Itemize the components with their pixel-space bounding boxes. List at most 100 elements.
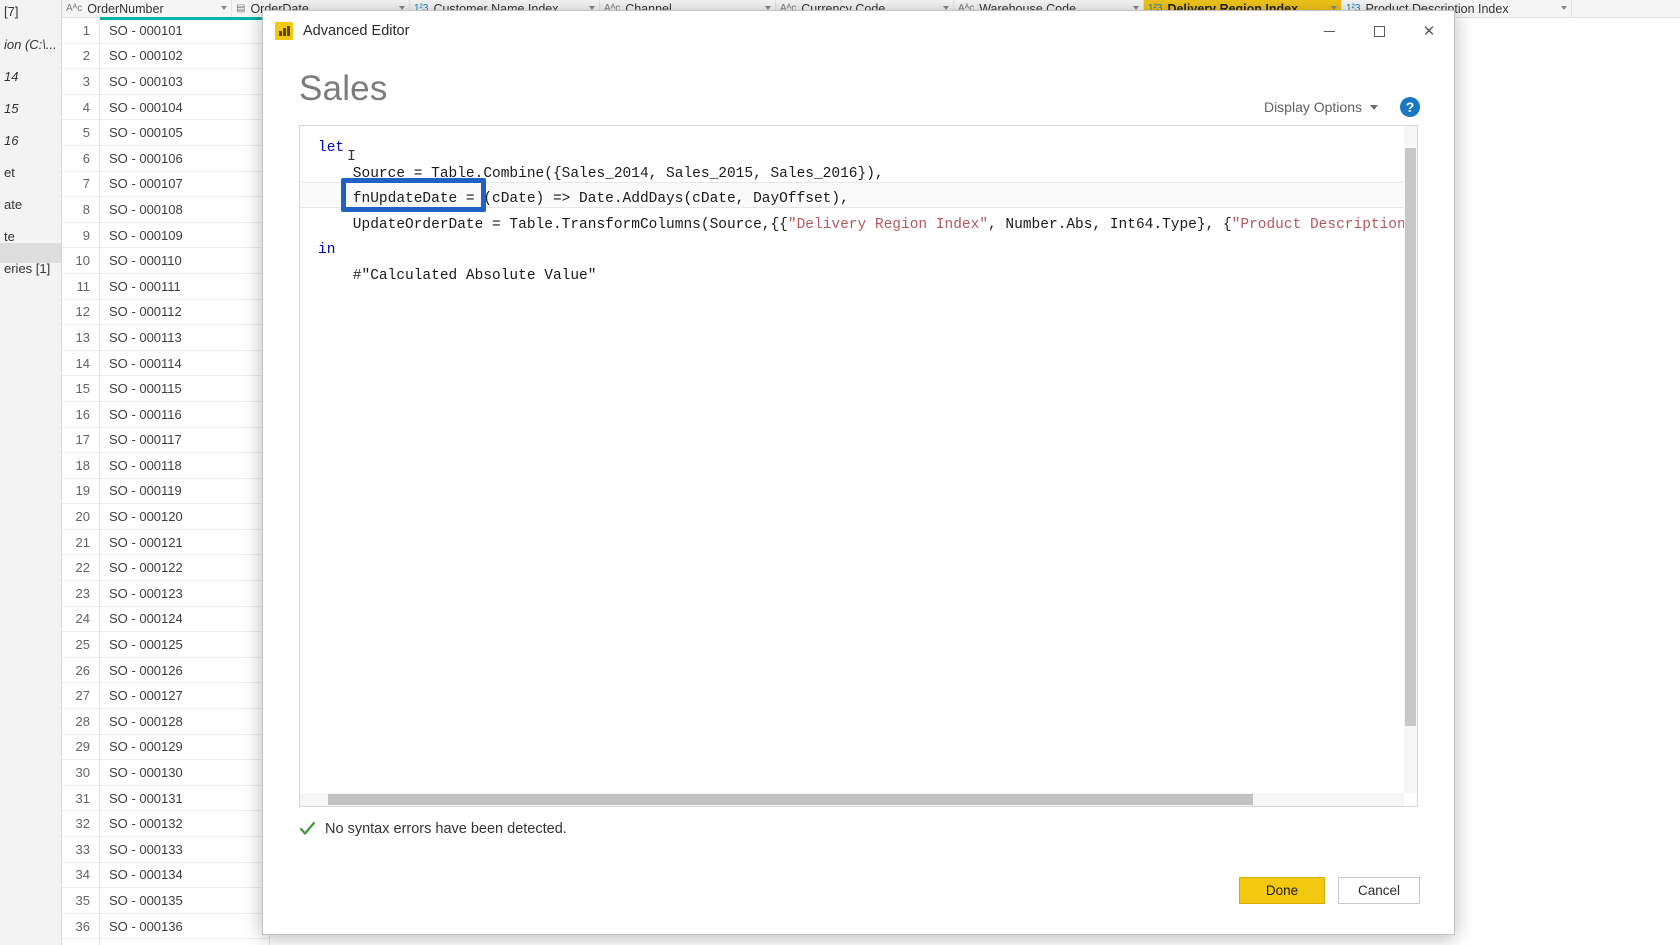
row-number-cell[interactable]: 36	[62, 914, 99, 940]
table-cell-ordernumber[interactable]: SO - 000122	[100, 555, 269, 582]
row-number-cell[interactable]: 6	[62, 146, 99, 172]
table-cell-ordernumber[interactable]: SO - 000118	[100, 453, 269, 479]
column-filter-icon[interactable]	[943, 5, 949, 10]
code-editor-panel[interactable]: let Source = Table.Combine({Sales_2014, …	[299, 125, 1418, 807]
row-number-cell[interactable]: 25	[62, 632, 99, 658]
table-cell-ordernumber[interactable]: SO - 000114	[100, 351, 269, 377]
table-cell-ordernumber[interactable]: SO - 000120	[100, 504, 269, 530]
table-cell-ordernumber[interactable]: SO - 000112	[100, 300, 269, 326]
table-cell-ordernumber[interactable]: SO - 000102	[100, 44, 269, 70]
row-number-cell[interactable]: 14	[62, 351, 99, 377]
table-cell-ordernumber[interactable]: SO - 000121	[100, 530, 269, 556]
table-cell-ordernumber[interactable]: SO - 000104	[100, 95, 269, 121]
row-number-cell[interactable]: 35	[62, 888, 99, 914]
close-button[interactable]: ✕	[1404, 11, 1454, 51]
table-cell-ordernumber[interactable]: SO - 000130	[100, 760, 269, 786]
queries-pane-selected-row[interactable]	[0, 243, 61, 263]
row-number-cell[interactable]: 34	[62, 863, 99, 889]
row-number-cell[interactable]: 18	[62, 453, 99, 479]
column-filter-icon[interactable]	[1561, 5, 1567, 10]
column-filter-icon[interactable]	[765, 5, 771, 10]
done-button[interactable]: Done	[1239, 877, 1325, 904]
code-line[interactable]: in	[318, 238, 1404, 264]
row-number-cell[interactable]: 32	[62, 811, 99, 837]
table-cell-ordernumber[interactable]: SO - 000119	[100, 479, 269, 505]
grid-column-header[interactable]: Aᴬc OrderNumber	[62, 0, 232, 18]
table-cell-ordernumber[interactable]: SO - 000103	[100, 69, 269, 95]
table-cell-ordernumber[interactable]: SO - 000110	[100, 248, 269, 274]
code-line[interactable]: Source = Table.Combine({Sales_2014, Sale…	[318, 162, 1404, 188]
row-number-cell[interactable]: 1	[62, 18, 99, 44]
table-cell-ordernumber[interactable]: SO - 000132	[100, 811, 269, 837]
table-cell-ordernumber[interactable]: SO - 000123	[100, 581, 269, 607]
m-code-text[interactable]: let Source = Table.Combine({Sales_2014, …	[300, 126, 1404, 793]
table-cell-ordernumber[interactable]: SO - 000131	[100, 786, 269, 812]
display-options-dropdown[interactable]: Display Options	[1264, 99, 1378, 115]
row-number-cell[interactable]: 5	[62, 120, 99, 146]
row-number-cell[interactable]: 12	[62, 300, 99, 326]
row-number-cell[interactable]: 17	[62, 428, 99, 454]
code-line[interactable]: fnUpdateDate = (cDate) => Date.AddDays(c…	[318, 187, 1404, 213]
table-cell-ordernumber[interactable]: SO - 000136	[100, 914, 269, 940]
table-cell-ordernumber[interactable]: SO - 000116	[100, 402, 269, 428]
table-cell-ordernumber[interactable]: SO - 000134	[100, 863, 269, 889]
code-line[interactable]: let	[318, 136, 1404, 162]
row-number-cell[interactable]: 31	[62, 786, 99, 812]
table-cell-ordernumber[interactable]: SO - 000105	[100, 120, 269, 146]
queries-pane-item[interactable]: [7]	[0, 2, 61, 21]
column-filter-icon[interactable]	[589, 5, 595, 10]
row-number-cell[interactable]: 29	[62, 735, 99, 761]
code-line[interactable]: UpdateOrderDate = Table.TransformColumns…	[318, 213, 1404, 239]
row-number-cell[interactable]: 15	[62, 376, 99, 402]
row-number-cell[interactable]: 2	[62, 44, 99, 70]
table-cell-ordernumber[interactable]: SO - 000106	[100, 146, 269, 172]
table-cell-ordernumber[interactable]: SO - 000111	[100, 274, 269, 300]
row-number-cell[interactable]: 20	[62, 504, 99, 530]
row-number-cell[interactable]: 9	[62, 223, 99, 249]
column-filter-icon[interactable]	[221, 5, 227, 10]
queries-pane-item[interactable]: ate	[0, 195, 61, 214]
queries-pane-item[interactable]: 14	[0, 67, 61, 86]
row-number-cell[interactable]: 3	[62, 69, 99, 95]
code-vertical-scrollbar[interactable]	[1404, 126, 1417, 793]
dialog-titlebar[interactable]: Advanced Editor ✕	[263, 11, 1454, 51]
table-cell-ordernumber[interactable]: SO - 000108	[100, 197, 269, 223]
row-number-cell[interactable]: 21	[62, 530, 99, 556]
row-number-cell[interactable]: 13	[62, 325, 99, 351]
table-cell-ordernumber[interactable]: SO - 000125	[100, 632, 269, 658]
table-cell-ordernumber[interactable]: SO - 000107	[100, 172, 269, 198]
row-number-cell[interactable]: 19	[62, 479, 99, 505]
table-cell-ordernumber[interactable]: SO - 000109	[100, 223, 269, 249]
maximize-button[interactable]	[1354, 11, 1404, 51]
row-number-cell[interactable]: 30	[62, 760, 99, 786]
code-horizontal-scrollbar[interactable]	[300, 793, 1404, 806]
queries-pane-item[interactable]: 16	[0, 131, 61, 150]
table-cell-ordernumber[interactable]: SO - 000113	[100, 325, 269, 351]
queries-pane-item[interactable]: 15	[0, 99, 61, 118]
row-number-cell[interactable]: 26	[62, 658, 99, 684]
row-number-cell[interactable]: 11	[62, 274, 99, 300]
row-number-cell[interactable]: 4	[62, 95, 99, 121]
help-icon[interactable]: ?	[1400, 97, 1420, 117]
column-filter-icon[interactable]	[1331, 5, 1337, 10]
table-cell-ordernumber[interactable]: SO - 000129	[100, 735, 269, 761]
minimize-button[interactable]	[1304, 11, 1354, 51]
column-filter-icon[interactable]	[1133, 5, 1139, 10]
table-cell-ordernumber[interactable]: SO - 000128	[100, 709, 269, 735]
row-number-cell[interactable]: 23	[62, 581, 99, 607]
table-cell-ordernumber[interactable]: SO - 000117	[100, 428, 269, 454]
row-number-cell[interactable]: 16	[62, 402, 99, 428]
table-cell-ordernumber[interactable]: SO - 000101	[100, 18, 269, 44]
row-number-cell[interactable]: 28	[62, 709, 99, 735]
row-number-cell[interactable]: 10	[62, 248, 99, 274]
table-cell-ordernumber[interactable]: SO - 000126	[100, 658, 269, 684]
table-cell-ordernumber[interactable]: SO - 000133	[100, 837, 269, 863]
row-number-cell[interactable]: 22	[62, 555, 99, 582]
table-cell-ordernumber[interactable]: SO - 000115	[100, 376, 269, 402]
table-cell-ordernumber[interactable]: SO - 000127	[100, 683, 269, 710]
column-filter-icon[interactable]	[399, 5, 405, 10]
code-vertical-scroll-thumb[interactable]	[1405, 148, 1416, 726]
table-cell-ordernumber[interactable]: SO - 000124	[100, 607, 269, 633]
cancel-button[interactable]: Cancel	[1338, 877, 1420, 904]
table-cell-ordernumber[interactable]: SO - 000135	[100, 888, 269, 914]
